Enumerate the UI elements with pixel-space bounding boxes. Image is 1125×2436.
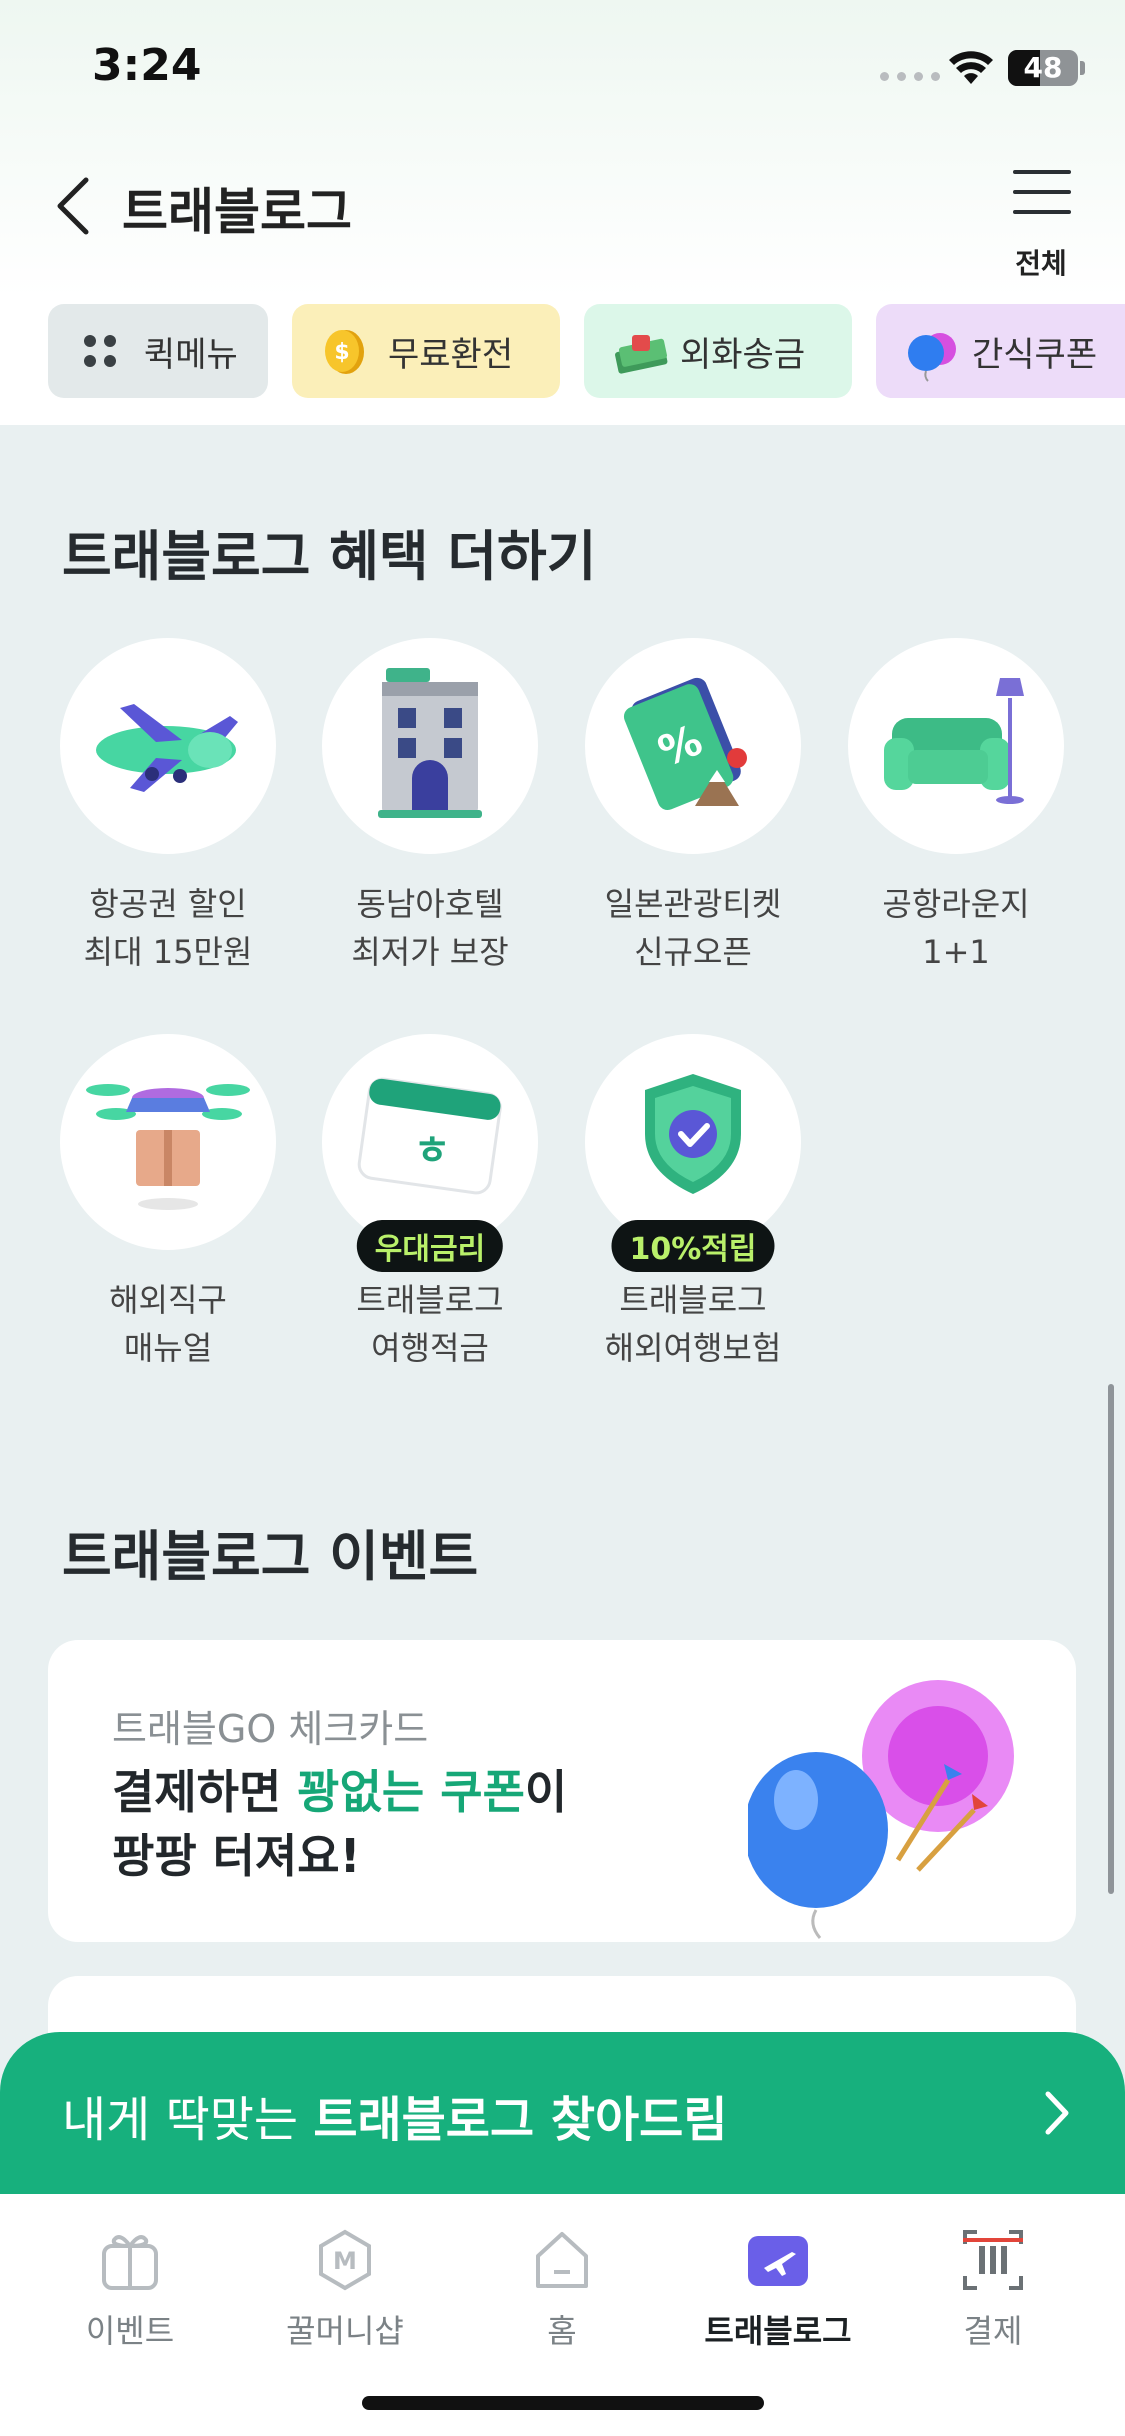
snack-coupon-chip[interactable]: 간식쿠폰 (876, 304, 1125, 398)
benefit-label: 트래블로그 해외여행보험 (583, 1276, 803, 1372)
benefit-label: 동남아호텔 최저가 보장 (320, 880, 540, 976)
event-card-headline: 결제하면 꽝없는 쿠폰이 팡팡 터져요! (112, 1760, 567, 1888)
event-card-subtitle: 트래블GO 체크카드 (112, 1707, 429, 1751)
benefit-line1: 해외직구 (109, 1281, 227, 1319)
header: 트래블로그 전체 (0, 150, 1125, 280)
battery-icon: 48 (1008, 50, 1078, 86)
plane-tab-icon (746, 2228, 810, 2292)
events-section-title: 트래블로그 이벤트 (62, 1525, 479, 1588)
benefit-label: 항공권 할인 최대 15만원 (58, 880, 278, 976)
benefit-badge: 우대금리 (356, 1220, 504, 1272)
benefit-badge: 10%적립 (611, 1220, 775, 1272)
status-time: 3:24 (92, 40, 202, 91)
dots-grid-icon (76, 327, 124, 375)
chevron-right-icon (1045, 2091, 1069, 2135)
home-indicator (362, 2396, 764, 2410)
chip-label: 무료환전 (388, 334, 514, 375)
benefit-flight-discount[interactable]: 항공권 할인 최대 15만원 (58, 638, 278, 976)
quick-menu-chip[interactable]: 퀵메뉴 (48, 304, 268, 398)
tab-label: 결제 (963, 2312, 1023, 2350)
status-bar: 3:24 48 (0, 0, 1125, 140)
home-icon (530, 2228, 594, 2292)
benefit-travel-savings[interactable]: ㅎ 우대금리 트래블로그 여행적금 (320, 1034, 540, 1372)
benefit-label: 일본관광티켓 신규오픈 (583, 880, 803, 976)
find-travelog-banner[interactable]: 내게 딱맞는 트래블로그 찾아드림 (0, 2032, 1125, 2202)
benefit-line2: 최저가 보장 (351, 933, 509, 971)
benefit-line2: 신규오픈 (634, 933, 752, 971)
benefit-line1: 일본관광티켓 (604, 885, 782, 923)
signal-icon (880, 72, 940, 81)
free-exchange-chip[interactable]: $ 무료환전 (292, 304, 560, 398)
benefit-line1: 항공권 할인 (89, 885, 247, 923)
remittance-chip[interactable]: 외화송금 (584, 304, 852, 398)
benefit-line2: 매뉴얼 (123, 1329, 213, 1367)
hamburger-icon (1013, 170, 1071, 230)
calendar-icon: ㅎ 우대금리 (322, 1034, 538, 1272)
benefits-section-title: 트래블로그 혜택 더하기 (62, 525, 597, 588)
svg-text:ㅎ: ㅎ (414, 1128, 451, 1174)
svg-text:M: M (333, 2247, 357, 2275)
chip-label: 간식쿠폰 (972, 334, 1098, 375)
benefit-label: 공항라운지 1+1 (846, 880, 1066, 976)
event-card-travelgo[interactable]: 트래블GO 체크카드 결제하면 꽝없는 쿠폰이 팡팡 터져요! (48, 1640, 1076, 1942)
top-area: 3:24 48 트래블로그 전체 퀵메뉴 $ 무료환전 외화송금 간식쿠폰 (0, 0, 1125, 425)
tab-label: 트래블로그 (704, 2312, 852, 2350)
shield-icon: 10%적립 (585, 1034, 801, 1272)
chip-label: 퀵메뉴 (144, 334, 238, 375)
barcode-scan-icon (961, 2228, 1025, 2292)
benefit-travel-insurance[interactable]: 10%적립 트래블로그 해외여행보험 (583, 1034, 803, 1372)
coin-icon: $ (320, 327, 368, 375)
headline-suffix: 이 (524, 1765, 568, 1819)
balloon-icon (904, 327, 956, 382)
page-title: 트래블로그 (122, 183, 352, 241)
benefit-line1: 트래블로그 (356, 1281, 504, 1319)
benefit-airport-lounge[interactable]: 공항라운지 1+1 (846, 638, 1066, 976)
chip-label: 외화송금 (680, 334, 806, 375)
battery-level: 48 (1023, 51, 1063, 84)
benefit-line2: 최대 15만원 (83, 933, 253, 971)
airplane-icon (60, 638, 276, 854)
all-menu-label: 전체 (1015, 247, 1067, 280)
scroll-indicator[interactable] (1108, 1384, 1114, 1894)
benefit-hotel[interactable]: 동남아호텔 최저가 보장 (320, 638, 540, 976)
benefit-japan-ticket[interactable]: % 일본관광티켓 신규오픈 (583, 638, 803, 976)
tab-honeymoney-shop[interactable]: M 꿀머니샵 (245, 2228, 445, 2352)
cta-prefix: 내게 딱맞는 (62, 2092, 314, 2148)
gift-icon (98, 2228, 162, 2292)
benefit-line1: 동남아호텔 (356, 885, 504, 923)
hotel-icon (322, 638, 538, 854)
wifi-icon (949, 51, 993, 84)
benefit-line1: 트래블로그 (619, 1281, 767, 1319)
m-badge-icon: M (313, 2228, 377, 2292)
tab-label: 꿀머니샵 (286, 2312, 404, 2350)
money-stack-icon (612, 327, 668, 375)
balloons-darts-icon (748, 1680, 1014, 1939)
benefit-line1: 공항라운지 (882, 885, 1030, 923)
tab-travelog[interactable]: 트래블로그 (678, 2228, 878, 2352)
ticket-icon: % (585, 638, 801, 854)
benefit-line2: 1+1 (922, 933, 990, 971)
tab-event[interactable]: 이벤트 (30, 2228, 230, 2352)
benefit-line2: 해외여행보험 (604, 1329, 782, 1367)
back-arrow-icon[interactable] (48, 174, 98, 238)
benefit-label: 해외직구 매뉴얼 (58, 1276, 278, 1372)
tab-label: 홈 (547, 2312, 577, 2350)
benefit-overseas-shopping[interactable]: 해외직구 매뉴얼 (58, 1034, 278, 1372)
tab-label: 이벤트 (85, 2312, 175, 2350)
headline-line2: 팡팡 터져요! (112, 1829, 361, 1883)
sofa-icon (848, 638, 1064, 854)
battery-cap (1080, 61, 1085, 75)
benefit-line2: 여행적금 (371, 1329, 489, 1367)
svg-text:$: $ (334, 340, 349, 365)
all-menu-button[interactable]: 전체 (1005, 166, 1075, 280)
headline-prefix: 결제하면 (112, 1765, 298, 1819)
cta-bold: 트래블로그 찾아드림 (313, 2092, 728, 2148)
quick-menu-bar: 퀵메뉴 $ 무료환전 외화송금 간식쿠폰 (48, 304, 1125, 398)
tab-payment[interactable]: 결제 (893, 2228, 1093, 2352)
tab-home[interactable]: 홈 (462, 2228, 662, 2352)
headline-highlight: 꽝없는 쿠폰 (297, 1765, 525, 1819)
cta-text: 내게 딱맞는 트래블로그 찾아드림 (62, 2080, 727, 2150)
benefit-label: 트래블로그 여행적금 (320, 1276, 540, 1372)
drone-box-icon (60, 1034, 276, 1250)
